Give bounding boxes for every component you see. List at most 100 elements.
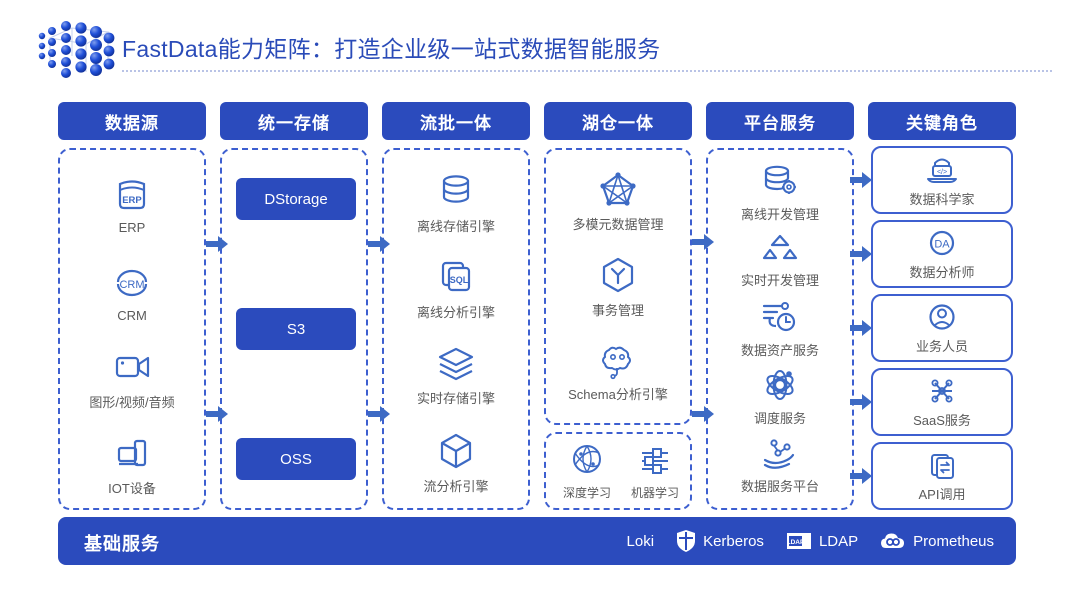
cell-label: 离线开发管理 [740, 207, 819, 222]
arrow-platform-to-role-5 [850, 468, 872, 484]
cell-label: 离线分析引擎 [416, 305, 495, 320]
cell-label: 数据服务平台 [740, 479, 819, 494]
role-card-business-user[interactable]: 业务人员 [871, 294, 1013, 362]
footer-item-label: Loki [626, 532, 655, 550]
cell-label: 离线存储引擎 [416, 219, 495, 234]
cell-machine-learning[interactable]: 机器学习 [622, 442, 688, 501]
column-body-lake-house-top: 多模元数据管理 事务管理 Schema分析引擎 [544, 148, 692, 425]
cell-transaction-management[interactable]: 事务管理 [546, 254, 690, 319]
arrow-platform-to-role-3 [850, 320, 872, 336]
cell-label: 深度学习 [562, 486, 611, 500]
role-card-api-call[interactable]: API调用 [871, 442, 1013, 510]
column-header-platform-service[interactable]: 平台服务 [706, 102, 854, 140]
video-camera-icon [115, 356, 150, 378]
database-gear-icon [764, 165, 796, 194]
cube-icon [440, 433, 472, 469]
crm-circle-icon: CRM [116, 269, 148, 297]
cell-label: SaaS服务 [913, 412, 971, 428]
column-body-unified-storage: DStorage S3 OSS [220, 148, 368, 510]
role-card-data-scientist[interactable]: </> 数据科学家 [871, 146, 1013, 214]
cell-realtime-dev-mgmt[interactable]: 实时开发管理 [708, 230, 852, 289]
storage-button-dstorage[interactable]: DStorage [236, 178, 356, 220]
page-header: FastData能力矩阵：打造企业级一站式数据智能服务 [0, 0, 1080, 92]
sliders-icon [642, 448, 668, 474]
role-card-data-analyst[interactable]: DA 数据分析师 [871, 220, 1013, 288]
cell-label: 业务人员 [915, 338, 968, 354]
cell-label: 多模元数据管理 [572, 217, 664, 232]
footer-item-ldap[interactable]: LDAP LDAP [786, 530, 859, 552]
footer-item-kerberos[interactable]: Kerberos [676, 529, 764, 553]
cell-media[interactable]: 图形/视频/音频 [60, 348, 204, 411]
cell-label: API调用 [918, 486, 966, 502]
blocks-icon [762, 234, 798, 260]
cell-label: Schema分析引擎 [568, 387, 668, 402]
iot-device-icon [117, 439, 147, 467]
arrow-platform-to-role-4 [850, 394, 872, 410]
column-body-lake-house-bottom: 深度学习 机器学习 [544, 432, 692, 510]
cell-label: 数据科学家 [909, 191, 975, 207]
shield-icon [677, 530, 696, 552]
footer-item-prometheus[interactable]: Prometheus [880, 531, 994, 551]
svg-text:LDAP: LDAP [787, 539, 805, 546]
layers-icon [438, 347, 474, 381]
molecule-cube-logo [28, 12, 124, 84]
da-circle-icon: DA [929, 230, 955, 255]
arrow-platform-to-role-2 [850, 246, 872, 262]
cell-label: 事务管理 [591, 303, 644, 318]
arrow-source-to-storage-1 [206, 236, 228, 252]
footer-item-loki[interactable]: Loki [627, 533, 655, 550]
foundation-services-title: 基础服务 [84, 534, 160, 554]
footer-item-label: Prometheus [913, 532, 994, 550]
cell-scheduling-service[interactable]: 调度服务 [708, 366, 852, 427]
page-title: FastData能力矩阵：打造企业级一站式数据智能服务 [122, 36, 661, 62]
column-header-key-roles[interactable]: 关键角色 [868, 102, 1016, 140]
column-body-stream-batch: 离线存储引擎 SQL 离线分析引擎 实时存储引擎 流分析引擎 [382, 148, 530, 510]
cell-label: 数据分析师 [909, 264, 975, 280]
flow-clock-icon [762, 302, 796, 332]
cell-offline-analysis-engine[interactable]: SQL 离线分析引擎 [384, 256, 528, 321]
cell-multimodel-metadata[interactable]: 多模元数据管理 [546, 168, 690, 233]
cell-crm[interactable]: CRM CRM [60, 262, 204, 323]
api-exchange-icon [931, 453, 954, 479]
column-header-lake-house[interactable]: 湖仓一体 [544, 102, 692, 140]
column-header-data-source[interactable]: 数据源 [58, 102, 206, 140]
column-header-unified-storage[interactable]: 统一存储 [220, 102, 368, 140]
svg-text:CRM: CRM [119, 279, 144, 291]
arrow-storage-to-streambatch-2 [368, 406, 390, 422]
hand-data-icon [763, 439, 795, 469]
diagram-canvas: FastData能力矩阵：打造企业级一站式数据智能服务 数据源 统一存储 流批一… [0, 0, 1080, 589]
cell-deep-learning[interactable]: 深度学习 [554, 442, 620, 501]
erp-box-icon: ERP [118, 180, 146, 210]
cell-label: 调度服务 [753, 411, 806, 426]
column-body-data-source: ERP ERP CRM CRM 图形/视频/音频 IOT设备 [58, 148, 206, 510]
title-underline [122, 70, 1052, 72]
cell-label: ERP [118, 220, 146, 235]
cell-data-service-platform[interactable]: 数据服务平台 [708, 434, 852, 495]
cell-realtime-storage-engine[interactable]: 实时存储引擎 [384, 342, 528, 407]
globe-network-icon [573, 445, 601, 473]
arrow-storage-to-streambatch-1 [368, 236, 390, 252]
cell-label: CRM [117, 308, 147, 323]
role-card-saas-service[interactable]: SaaS服务 [871, 368, 1013, 436]
svg-text:</>: </> [937, 169, 947, 176]
cell-label: 机器学习 [630, 486, 679, 500]
cell-erp[interactable]: ERP ERP [60, 174, 204, 235]
cell-label: 实时开发管理 [740, 273, 819, 288]
cell-iot[interactable]: IOT设备 [60, 434, 204, 497]
cell-data-asset-service[interactable]: 数据资产服务 [708, 298, 852, 359]
cell-offline-dev-mgmt[interactable]: 离线开发管理 [708, 162, 852, 223]
storage-button-oss[interactable]: OSS [236, 438, 356, 480]
database-icon [442, 175, 470, 203]
cell-label: 实时存储引擎 [416, 391, 495, 406]
storage-button-s3[interactable]: S3 [236, 308, 356, 350]
cell-offline-storage-engine[interactable]: 离线存储引擎 [384, 170, 528, 235]
cell-stream-analysis-engine[interactable]: 流分析引擎 [384, 430, 528, 495]
scientist-laptop-icon: </> [927, 158, 957, 183]
cell-label: IOT设备 [108, 481, 156, 496]
arrow-lakehouse-to-platform-1 [692, 234, 714, 250]
cell-label: 数据资产服务 [740, 343, 819, 358]
sql-files-icon: SQL [441, 261, 471, 292]
arrow-platform-to-role-1 [850, 172, 872, 188]
column-header-stream-batch[interactable]: 流批一体 [382, 102, 530, 140]
cell-schema-analysis-engine[interactable]: Schema分析引擎 [546, 338, 690, 403]
